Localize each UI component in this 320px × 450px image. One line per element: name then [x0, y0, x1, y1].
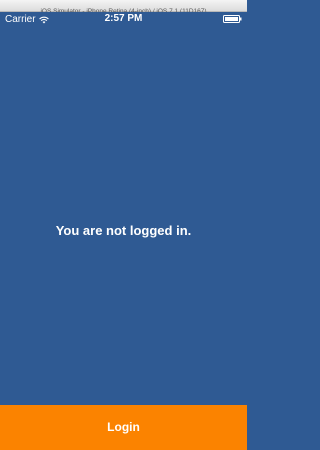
app-screen: Carrier 2:57 PM You are not logged in. L… — [0, 12, 247, 450]
not-logged-in-message: You are not logged in. — [55, 223, 192, 238]
status-time: 2:57 PM — [104, 13, 143, 24]
simulator-title-bar: iOS Simulator - iPhone Retina (4-inch) /… — [0, 0, 247, 15]
login-button[interactable]: Login — [0, 405, 247, 450]
status-bar: Carrier 2:57 PM — [0, 12, 247, 26]
battery-icon — [223, 15, 242, 23]
